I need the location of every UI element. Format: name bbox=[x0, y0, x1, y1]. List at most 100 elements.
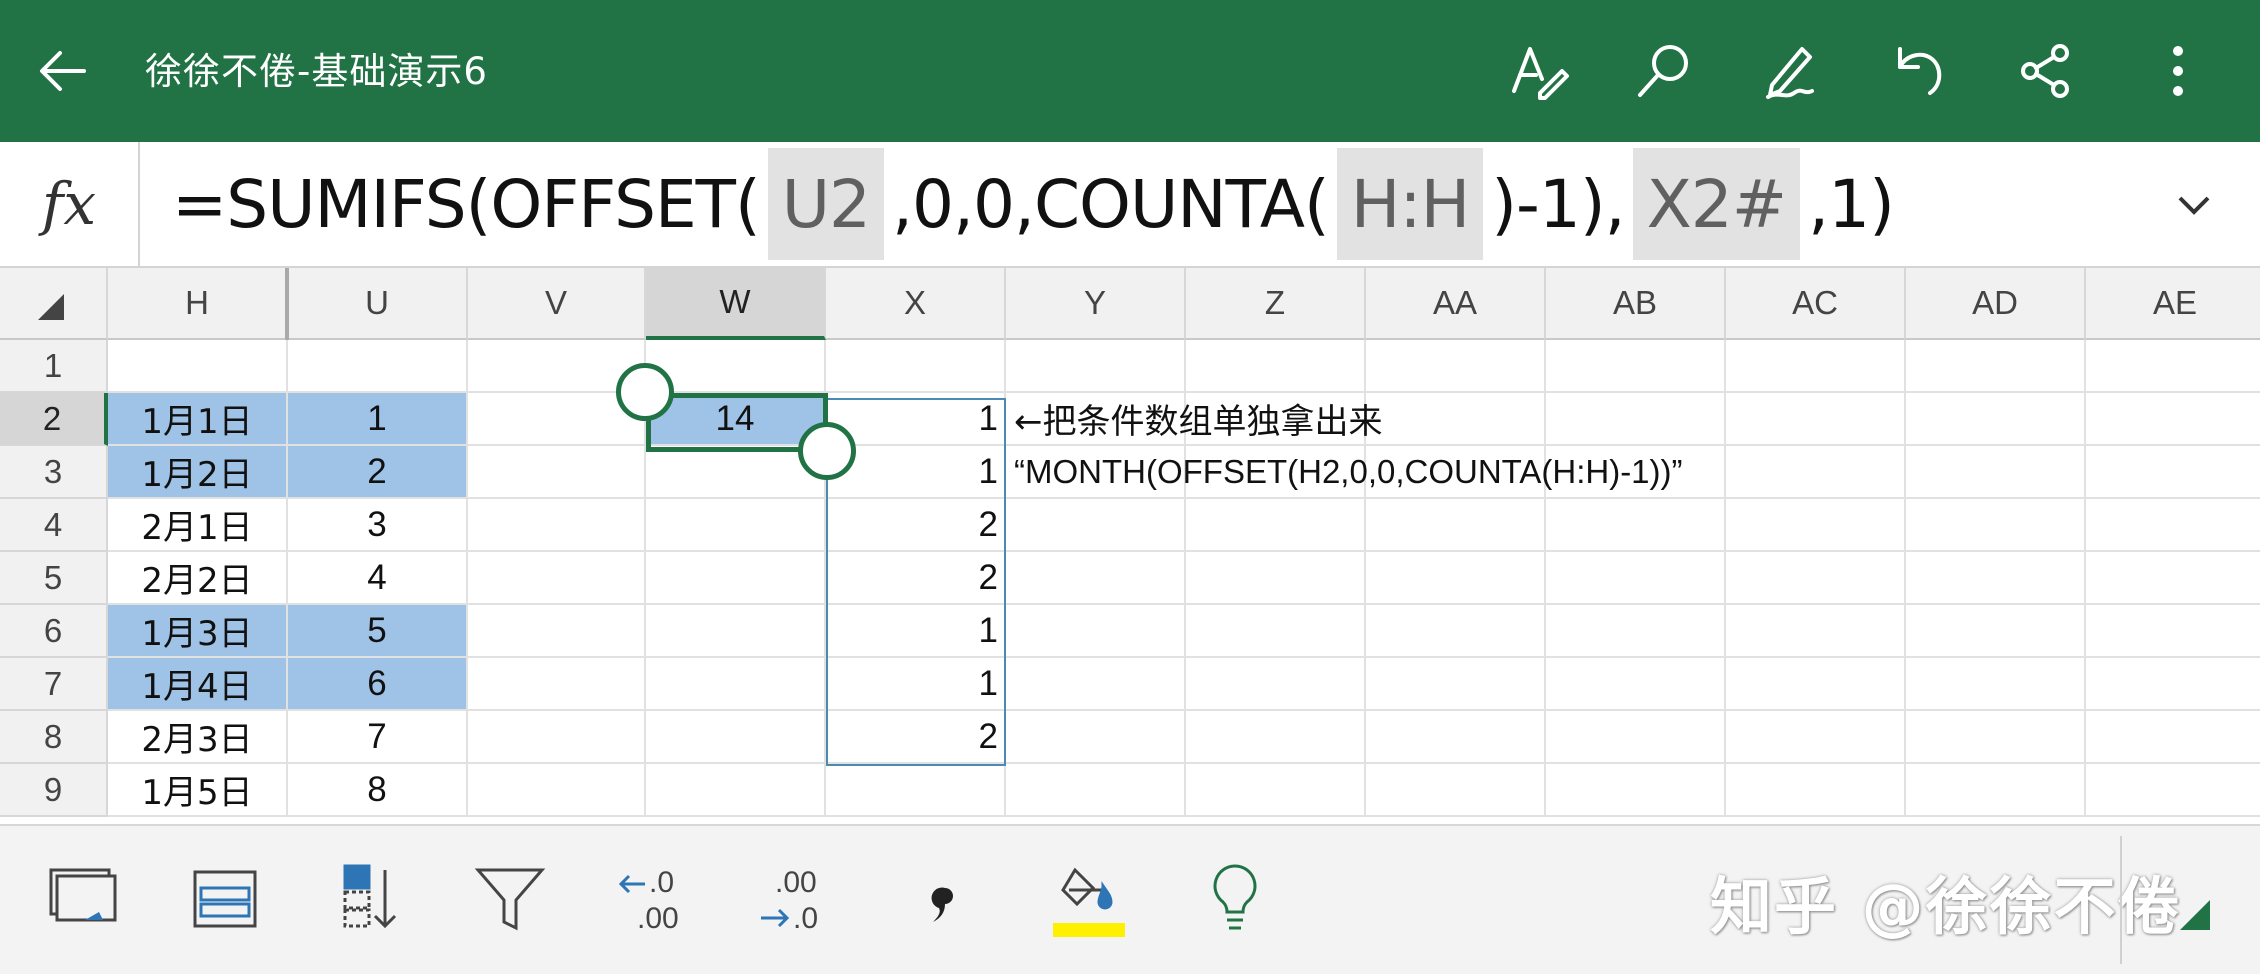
cell-aa4[interactable] bbox=[1366, 499, 1546, 552]
row-header-6[interactable]: 6 bbox=[0, 605, 108, 658]
cell-ae1[interactable] bbox=[2086, 340, 2260, 393]
undo-icon[interactable] bbox=[1878, 31, 1958, 111]
fx-icon[interactable]: fx bbox=[0, 142, 140, 266]
cell-ab9[interactable] bbox=[1546, 764, 1726, 817]
column-header-v[interactable]: V bbox=[468, 268, 646, 340]
formula-text[interactable]: =SUMIFS(OFFSET( U2 ,0,0,COUNTA( H:H )-1)… bbox=[172, 148, 1895, 260]
cell-ac5[interactable] bbox=[1726, 552, 1906, 605]
cell-aa6[interactable] bbox=[1366, 605, 1546, 658]
cell-w5[interactable] bbox=[646, 552, 826, 605]
cell-ae8[interactable] bbox=[2086, 711, 2260, 764]
cell-ab8[interactable] bbox=[1546, 711, 1726, 764]
cell-ab6[interactable] bbox=[1546, 605, 1726, 658]
cell-w9[interactable] bbox=[646, 764, 826, 817]
cell-y5[interactable] bbox=[1006, 552, 1186, 605]
column-header-aa[interactable]: AA bbox=[1366, 268, 1546, 340]
select-all-corner[interactable] bbox=[0, 268, 108, 340]
expand-toolbar-icon[interactable] bbox=[2180, 900, 2210, 930]
cell-v4[interactable] bbox=[468, 499, 646, 552]
sort-icon[interactable] bbox=[312, 846, 422, 950]
cell-x8[interactable]: 2 bbox=[826, 711, 1006, 764]
lightbulb-icon[interactable] bbox=[1180, 846, 1290, 950]
cell-u3[interactable]: 2 bbox=[288, 446, 468, 499]
cell-v6[interactable] bbox=[468, 605, 646, 658]
cell-y6[interactable] bbox=[1006, 605, 1186, 658]
cell-ab7[interactable] bbox=[1546, 658, 1726, 711]
cell-w8[interactable] bbox=[646, 711, 826, 764]
column-header-ac[interactable]: AC bbox=[1726, 268, 1906, 340]
cell-ad6[interactable] bbox=[1906, 605, 2086, 658]
frozen-pane-divider[interactable] bbox=[285, 268, 289, 340]
cell-h7[interactable]: 1月4日 bbox=[108, 658, 288, 711]
cell-v3[interactable] bbox=[468, 446, 646, 499]
cell-x4[interactable]: 2 bbox=[826, 499, 1006, 552]
cell-x1[interactable] bbox=[826, 340, 1006, 393]
cell-ae4[interactable] bbox=[2086, 499, 2260, 552]
cell-v7[interactable] bbox=[468, 658, 646, 711]
cell-y2[interactable]: ←把条件数组单独拿出来 bbox=[1006, 393, 1383, 446]
cell-x9[interactable] bbox=[826, 764, 1006, 817]
cell-h2[interactable]: 1月1日 bbox=[108, 393, 288, 446]
spreadsheet-grid[interactable]: H U V W X Y Z AA AB AC AD AE 123456789 1月1日 1 14 1 ←把条件… bbox=[0, 268, 2260, 824]
row-header-2[interactable]: 2 bbox=[0, 393, 108, 446]
cell-ae2[interactable] bbox=[2086, 393, 2260, 446]
cell-z9[interactable] bbox=[1186, 764, 1366, 817]
filter-icon[interactable] bbox=[455, 846, 565, 950]
formula-ref-x2-spill[interactable]: X2# bbox=[1632, 148, 1801, 260]
row-header-3[interactable]: 3 bbox=[0, 446, 108, 499]
cell-y7[interactable] bbox=[1006, 658, 1186, 711]
column-header-ab[interactable]: AB bbox=[1546, 268, 1726, 340]
cell-y4[interactable] bbox=[1006, 499, 1186, 552]
cell-z7[interactable] bbox=[1186, 658, 1366, 711]
cell-ac9[interactable] bbox=[1726, 764, 1906, 817]
cell-ac4[interactable] bbox=[1726, 499, 1906, 552]
cell-ae3[interactable] bbox=[2086, 446, 2260, 499]
cell-w6[interactable] bbox=[646, 605, 826, 658]
freeze-panes-icon[interactable] bbox=[170, 846, 280, 950]
cell-u7[interactable]: 6 bbox=[288, 658, 468, 711]
cell-w4[interactable] bbox=[646, 499, 826, 552]
cell-ae6[interactable] bbox=[2086, 605, 2260, 658]
pen-draw-icon[interactable] bbox=[1750, 31, 1830, 111]
cell-y3[interactable]: “MONTH(OFFSET(H2,0,0,COUNTA(H:H)-1))” bbox=[1006, 446, 1683, 499]
cell-h9[interactable]: 1月5日 bbox=[108, 764, 288, 817]
cell-u1[interactable] bbox=[288, 340, 468, 393]
sheet-view-icon[interactable] bbox=[26, 846, 136, 950]
column-header-ae[interactable]: AE bbox=[2086, 268, 2260, 340]
cell-h8[interactable]: 2月3日 bbox=[108, 711, 288, 764]
cell-ab4[interactable] bbox=[1546, 499, 1726, 552]
column-header-y[interactable]: Y bbox=[1006, 268, 1186, 340]
cell-u2[interactable]: 1 bbox=[288, 393, 468, 446]
cell-y9[interactable] bbox=[1006, 764, 1186, 817]
column-header-w[interactable]: W bbox=[646, 268, 826, 340]
cell-w7[interactable] bbox=[646, 658, 826, 711]
cell-v5[interactable] bbox=[468, 552, 646, 605]
cell-u6[interactable]: 5 bbox=[288, 605, 468, 658]
row-header-9[interactable]: 9 bbox=[0, 764, 108, 817]
column-header-z[interactable]: Z bbox=[1186, 268, 1366, 340]
cell-aa2[interactable] bbox=[1366, 393, 1546, 446]
cell-ad8[interactable] bbox=[1906, 711, 2086, 764]
row-header-1[interactable]: 1 bbox=[0, 340, 108, 393]
cell-aa1[interactable] bbox=[1366, 340, 1546, 393]
cell-ae7[interactable] bbox=[2086, 658, 2260, 711]
cell-ad2[interactable] bbox=[1906, 393, 2086, 446]
cell-u8[interactable]: 7 bbox=[288, 711, 468, 764]
cell-ad5[interactable] bbox=[1906, 552, 2086, 605]
cell-u9[interactable]: 8 bbox=[288, 764, 468, 817]
cell-ac8[interactable] bbox=[1726, 711, 1906, 764]
back-arrow-icon[interactable] bbox=[24, 31, 104, 111]
cell-ad3[interactable] bbox=[1906, 446, 2086, 499]
cell-x5[interactable]: 2 bbox=[826, 552, 1006, 605]
selection-handle-top-left[interactable] bbox=[616, 363, 674, 421]
cell-ae9[interactable] bbox=[2086, 764, 2260, 817]
column-header-ad[interactable]: AD bbox=[1906, 268, 2086, 340]
column-header-x[interactable]: X bbox=[826, 268, 1006, 340]
row-header-5[interactable]: 5 bbox=[0, 552, 108, 605]
row-header-8[interactable]: 8 bbox=[0, 711, 108, 764]
cell-y8[interactable] bbox=[1006, 711, 1186, 764]
cell-ab1[interactable] bbox=[1546, 340, 1726, 393]
decrease-decimal-icon[interactable]: .0.00 bbox=[600, 846, 710, 950]
text-format-icon[interactable] bbox=[1498, 31, 1578, 111]
formula-ref-hh[interactable]: H:H bbox=[1336, 148, 1484, 260]
